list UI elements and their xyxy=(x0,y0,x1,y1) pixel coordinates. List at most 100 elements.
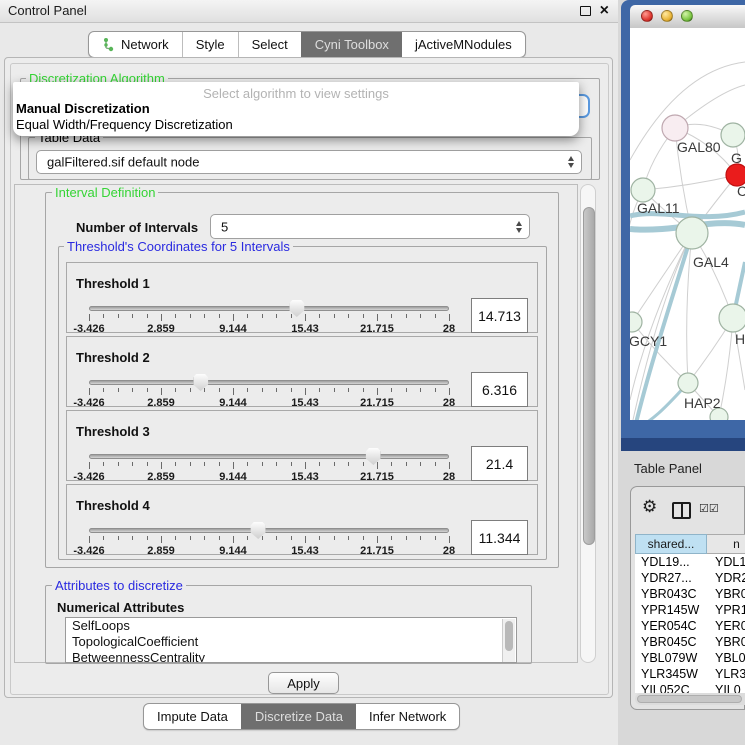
table-row[interactable]: YDL19...YDL1 xyxy=(635,554,745,570)
tick-mark xyxy=(291,462,292,466)
attribute-list-item[interactable]: BetweennessCentrality xyxy=(66,650,516,663)
num-intervals-combobox[interactable]: 5 xyxy=(210,214,530,239)
tick-mark xyxy=(190,462,191,466)
threshold-slider-2[interactable]: -3.4262.8599.14415.4321.71528 xyxy=(89,373,449,408)
network-node[interactable] xyxy=(676,217,708,249)
table-row[interactable]: YBR045CYBR0 xyxy=(635,634,745,650)
tick-mark xyxy=(420,388,421,392)
threshold-value-field[interactable]: 11.344 xyxy=(471,520,528,555)
column-header-shared[interactable]: shared... xyxy=(635,534,707,554)
slider-track[interactable] xyxy=(89,528,449,533)
threshold-value-field[interactable]: 21.4 xyxy=(471,446,528,481)
attribute-list-item[interactable]: SelfLoops xyxy=(66,618,516,634)
network-node[interactable] xyxy=(631,178,655,202)
close-icon[interactable]: × xyxy=(600,1,609,21)
threshold-slider-3[interactable]: -3.4262.8599.14415.4321.71528 xyxy=(89,447,449,482)
tick-mark xyxy=(377,536,378,543)
node-label: C xyxy=(737,183,745,199)
tick-mark xyxy=(391,462,392,466)
control-panel-titlebar: Control Panel × xyxy=(0,0,618,23)
network-window-titlebar[interactable] xyxy=(630,5,745,29)
network-node[interactable] xyxy=(630,312,642,332)
slider-track[interactable] xyxy=(89,306,449,311)
slider-tick-labels: -3.4262.8599.14415.4321.71528 xyxy=(89,471,449,483)
threshold-slider-4[interactable]: -3.4262.8599.14415.4321.71528 xyxy=(89,521,449,556)
vertical-scrollbar[interactable] xyxy=(580,184,596,663)
tick-mark xyxy=(175,314,176,318)
thresholds-group-title: Threshold's Coordinates for 5 Intervals xyxy=(64,239,293,254)
network-node[interactable] xyxy=(721,123,745,147)
apply-button[interactable]: Apply xyxy=(268,672,339,694)
popup-option-manual-discretization[interactable]: Manual Discretization xyxy=(16,101,150,116)
table-row[interactable]: YBR043CYBR0 xyxy=(635,586,745,602)
tick-mark xyxy=(276,388,277,392)
table-row[interactable]: YIL052CYIL0 xyxy=(635,682,745,693)
tick-label: 21.715 xyxy=(360,545,394,557)
minimize-traffic-light-icon[interactable] xyxy=(661,10,673,22)
slider-track[interactable] xyxy=(89,380,449,385)
tick-mark xyxy=(233,314,234,321)
tick-mark xyxy=(103,462,104,466)
tick-mark xyxy=(190,314,191,318)
table-data-value: galFiltered.sif default node xyxy=(47,155,199,170)
spinner-arrows-icon xyxy=(516,221,522,233)
tab-impute-data[interactable]: Impute Data xyxy=(144,704,241,729)
network-node[interactable] xyxy=(719,304,745,332)
tick-mark xyxy=(291,314,292,318)
tab-style[interactable]: Style xyxy=(182,32,238,57)
scrollbar-thumb[interactable] xyxy=(637,695,742,703)
table-header: shared... n xyxy=(635,534,745,554)
cell-shared-name: YBR045C xyxy=(641,635,707,649)
horizontal-scrollbar[interactable] xyxy=(635,693,745,705)
slider-tick-labels: -3.4262.8599.14415.4321.71528 xyxy=(89,397,449,409)
close-traffic-light-icon[interactable] xyxy=(641,10,653,22)
tab-infer-network[interactable]: Infer Network xyxy=(356,704,459,729)
attributes-list[interactable]: SelfLoopsTopologicalCoefficientBetweenne… xyxy=(65,617,517,663)
table-row[interactable]: YBL079WYBL0 xyxy=(635,650,745,666)
slider-tick-labels: -3.4262.8599.14415.4321.71528 xyxy=(89,545,449,557)
attribute-list-item[interactable]: TopologicalCoefficient xyxy=(66,634,516,650)
checkbox-filter-icons[interactable]: ☑☑ xyxy=(699,502,719,515)
network-window-bottom-edge xyxy=(621,438,745,451)
tab-cyni-toolbox[interactable]: Cyni Toolbox xyxy=(301,32,402,57)
float-window-icon[interactable] xyxy=(580,6,591,16)
table-row[interactable]: YPR145WYPR1 xyxy=(635,602,745,618)
tab-discretize-data[interactable]: Discretize Data xyxy=(241,704,356,729)
tick-mark xyxy=(449,388,450,395)
tick-label: -3.426 xyxy=(73,397,104,409)
scrollbar-thumb[interactable] xyxy=(583,207,595,545)
zoom-traffic-light-icon[interactable] xyxy=(681,10,693,22)
network-canvas[interactable]: GAL80GCGAL11GAL4GCY1HHAP2 xyxy=(630,28,745,420)
network-node[interactable] xyxy=(678,373,698,393)
slider-track[interactable] xyxy=(89,454,449,459)
tick-mark xyxy=(247,388,248,392)
tick-mark xyxy=(334,314,335,318)
gear-icon[interactable]: ⚙ xyxy=(642,498,657,516)
tab-network[interactable]: Network xyxy=(89,32,182,57)
tick-mark xyxy=(103,536,104,540)
cell-name: YDL1 xyxy=(715,555,745,569)
tick-mark xyxy=(204,462,205,466)
tab-jactivemnodules[interactable]: jActiveMNodules xyxy=(402,32,525,57)
slider-ticks xyxy=(89,462,449,470)
tick-mark xyxy=(334,388,335,392)
threshold-value-field[interactable]: 6.316 xyxy=(471,372,528,407)
table-data-combobox[interactable]: galFiltered.sif default node xyxy=(36,150,582,174)
table-row[interactable]: YER054CYER0 xyxy=(635,618,745,634)
threshold-value-field[interactable]: 14.713 xyxy=(471,298,528,333)
tick-mark xyxy=(89,314,90,321)
column-layout-icon[interactable] xyxy=(672,502,691,519)
table-row[interactable]: YLR345WYLR3 xyxy=(635,666,745,682)
tick-mark xyxy=(161,462,162,469)
table-row[interactable]: YDR27...YDR2 xyxy=(635,570,745,586)
scrollbar-thumb[interactable] xyxy=(505,621,513,651)
column-header-name[interactable]: n xyxy=(707,534,745,554)
tick-mark xyxy=(233,388,234,395)
num-intervals-value: 5 xyxy=(221,219,228,234)
tick-mark xyxy=(391,536,392,540)
popup-option-equal-width-frequency[interactable]: Equal Width/Frequency Discretization xyxy=(16,117,233,132)
threshold-slider-1[interactable]: -3.4262.8599.14415.4321.71528 xyxy=(89,299,449,334)
list-scrollbar[interactable] xyxy=(502,619,515,662)
tab-select[interactable]: Select xyxy=(238,32,301,57)
network-node[interactable] xyxy=(662,115,688,141)
